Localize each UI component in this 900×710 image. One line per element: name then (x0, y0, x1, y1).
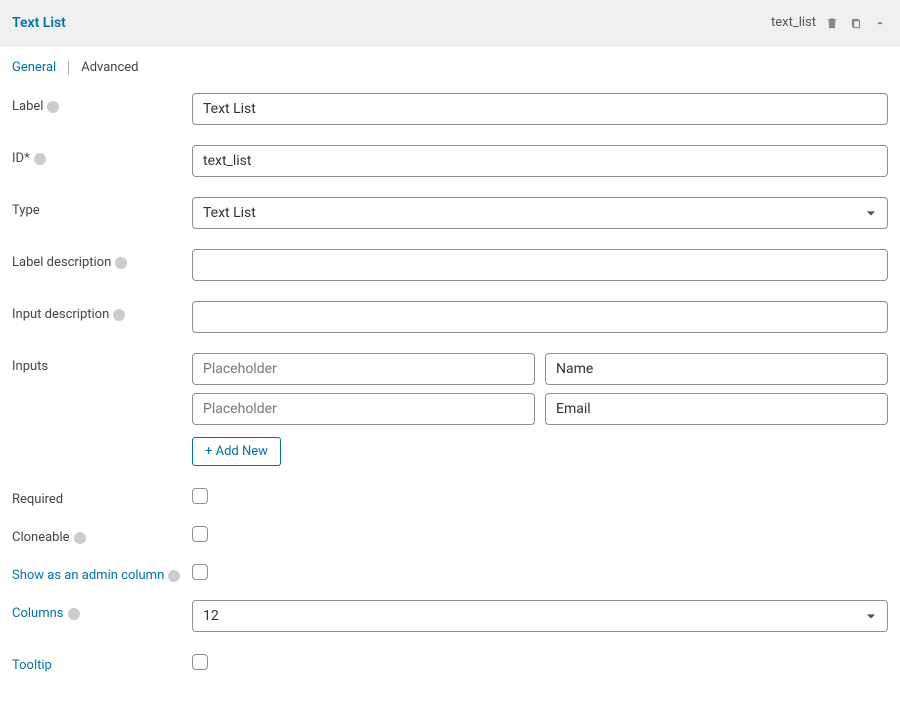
tabs: General Advanced (0, 46, 900, 85)
input-description-input[interactable] (192, 301, 888, 333)
label-text: Tooltip (12, 658, 52, 673)
duplicate-icon[interactable] (848, 15, 864, 31)
label-columns[interactable]: Columns (12, 600, 192, 621)
label-text: Label description (12, 255, 111, 270)
label-label-description: Label description (12, 249, 192, 270)
add-new-button[interactable]: + Add New (192, 437, 281, 466)
type-select[interactable]: Text List (192, 197, 888, 229)
label-text: Label (12, 99, 43, 114)
help-icon[interactable] (34, 153, 46, 165)
id-input[interactable] (192, 145, 888, 177)
label-input[interactable] (192, 93, 888, 125)
row-columns: Columns 12 (12, 600, 888, 632)
required-checkbox[interactable] (192, 488, 208, 504)
trash-icon[interactable] (824, 15, 840, 31)
inputs-placeholder-input[interactable] (192, 393, 535, 425)
panel-header-actions: text_list (771, 15, 888, 31)
help-icon[interactable] (74, 532, 86, 544)
row-required: Required (12, 486, 888, 508)
label-text: Inputs (12, 359, 48, 374)
label-type: Type (12, 197, 192, 218)
form-body: Label ID* Type Text List Label descripti… (0, 85, 900, 710)
row-id: ID* (12, 145, 888, 177)
tab-separator (68, 61, 69, 75)
label-id: ID* (12, 145, 192, 166)
help-icon[interactable] (113, 309, 125, 321)
row-cloneable: Cloneable (12, 524, 888, 546)
label-text: ID* (12, 151, 30, 166)
help-icon[interactable] (115, 257, 127, 269)
panel-title: Text List (12, 15, 66, 31)
inputs-row (192, 393, 888, 425)
label-description-input[interactable] (192, 249, 888, 281)
header-slug: text_list (771, 15, 816, 30)
row-type: Type Text List (12, 197, 888, 229)
row-input-description: Input description (12, 301, 888, 333)
label-text: Columns (12, 606, 64, 621)
label-tooltip[interactable]: Tooltip (12, 652, 192, 673)
collapse-icon[interactable] (872, 15, 888, 31)
cloneable-checkbox[interactable] (192, 526, 208, 542)
label-text: Cloneable (12, 530, 70, 545)
help-icon[interactable] (68, 608, 80, 620)
row-admin-column: Show as an admin column (12, 562, 888, 584)
columns-select[interactable]: 12 (192, 600, 888, 632)
inputs-name-input[interactable] (545, 353, 888, 385)
label-admin-column[interactable]: Show as an admin column (12, 562, 192, 583)
inputs-name-input[interactable] (545, 393, 888, 425)
help-icon[interactable] (168, 570, 180, 582)
panel-header: Text List text_list (0, 0, 900, 46)
row-tooltip: Tooltip (12, 652, 888, 674)
tab-advanced[interactable]: Advanced (81, 60, 138, 75)
inputs-placeholder-input[interactable] (192, 353, 535, 385)
label-text: Type (12, 203, 40, 218)
help-icon[interactable] (47, 101, 59, 113)
row-inputs: Inputs + Add New (12, 353, 888, 466)
inputs-row (192, 353, 888, 385)
admin-column-checkbox[interactable] (192, 564, 208, 580)
label-label: Label (12, 93, 192, 114)
tab-general[interactable]: General (12, 60, 56, 75)
label-text: Input description (12, 307, 109, 322)
label-required: Required (12, 486, 192, 507)
inputs-grid: + Add New (192, 353, 888, 466)
label-text: Show as an admin column (12, 568, 164, 583)
tooltip-checkbox[interactable] (192, 654, 208, 670)
label-inputs: Inputs (12, 353, 192, 374)
label-text: Required (12, 492, 63, 507)
label-cloneable: Cloneable (12, 524, 192, 545)
label-input-description: Input description (12, 301, 192, 322)
row-label-description: Label description (12, 249, 888, 281)
row-label: Label (12, 93, 888, 125)
